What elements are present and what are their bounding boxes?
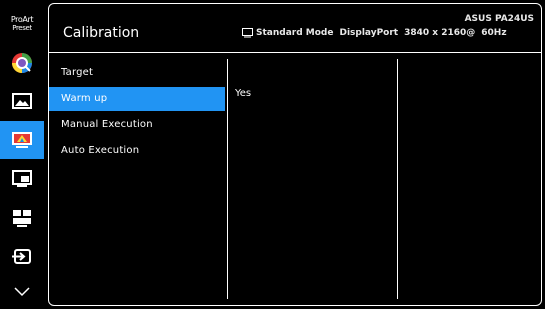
pip-icon [12, 170, 32, 187]
image-icon [12, 93, 32, 109]
page-title: Calibration [63, 25, 140, 41]
header-divider [49, 52, 541, 53]
calibration-icon [12, 132, 32, 148]
refresh-label: 60Hz [481, 28, 507, 38]
menu-item-manual-execution[interactable]: Manual Execution [49, 113, 225, 137]
sidebar-item-image[interactable] [0, 88, 44, 114]
sidebar-item-pip[interactable] [0, 166, 44, 192]
menu-item-target[interactable]: Target [49, 61, 225, 85]
color-wheel-icon [12, 53, 32, 73]
sidebar-scroll-down[interactable] [0, 282, 44, 302]
sidebar-item-input-select[interactable] [0, 244, 44, 270]
sidebar-item-quick-fit[interactable] [0, 205, 44, 231]
main-panel: Calibration ASUS PA24US Standard Mode Di… [48, 3, 542, 306]
chevron-down-icon [14, 287, 30, 297]
status-bar: Standard Mode DisplayPort 3840 x 2160@ 6… [242, 28, 507, 38]
sidebar: ProArt Preset [0, 0, 44, 309]
menu-item-auto-execution[interactable]: Auto Execution [49, 139, 225, 163]
calibration-menu: Target Warm up Manual Execution Auto Exe… [49, 61, 225, 165]
input-label: DisplayPort [339, 28, 399, 38]
quick-fit-icon [13, 210, 31, 227]
column-divider-2 [397, 59, 398, 299]
proart-preset-logo[interactable]: ProArt Preset [0, 8, 44, 38]
resolution-label: 3840 x 2160@ [404, 28, 476, 38]
mode-label: Standard Mode [256, 28, 334, 38]
monitor-icon [242, 28, 253, 38]
option-yes[interactable]: Yes [235, 88, 251, 99]
column-divider-1 [227, 59, 228, 299]
menu-item-warm-up[interactable]: Warm up [49, 87, 225, 111]
logo-line-2: Preset [12, 23, 32, 32]
logo-line-1: ProArt [10, 14, 34, 24]
sidebar-item-color[interactable] [0, 50, 44, 76]
model-name: ASUS PA24US [464, 14, 534, 24]
osd-window: ProArt Preset Calibration ASUS PA24US St… [0, 0, 545, 309]
sidebar-item-calibration[interactable] [0, 121, 44, 159]
input-select-icon [12, 249, 31, 264]
